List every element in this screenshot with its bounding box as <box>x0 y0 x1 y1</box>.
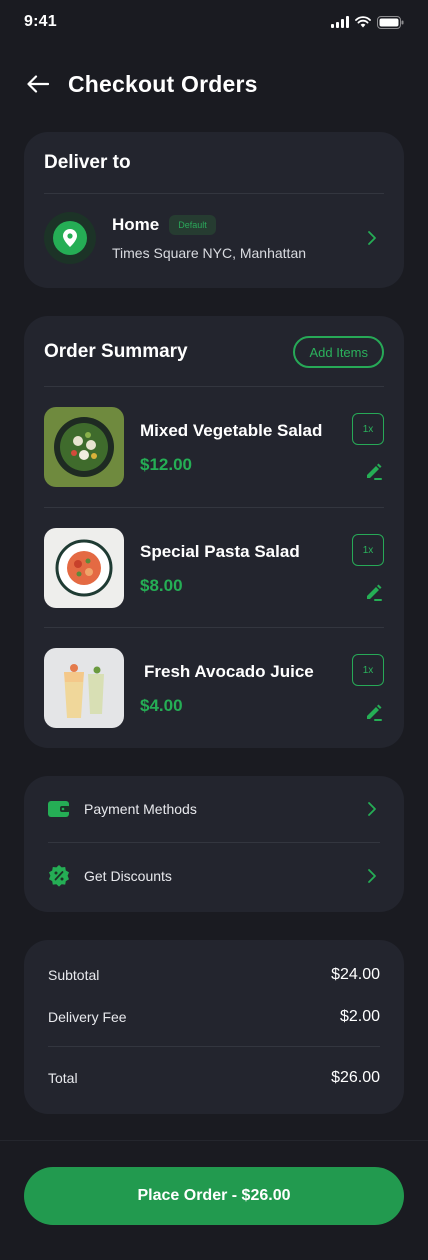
order-item[interactable]: Special Pasta Salad $8.00 1x <box>44 507 384 627</box>
page-title: Checkout Orders <box>68 70 258 97</box>
address-name: Home <box>112 215 160 234</box>
total-label: Total <box>48 1070 78 1086</box>
address-row[interactable]: Home Default Times Square NYC, Manhattan <box>44 212 384 264</box>
item-price: $12.00 <box>140 455 192 474</box>
get-discounts-row[interactable]: Get Discounts <box>48 842 380 908</box>
total-row: Total $26.00 <box>48 1047 380 1087</box>
subtotal-label: Subtotal <box>48 967 100 983</box>
avocado-juice-image <box>44 648 124 728</box>
options-card: Payment Methods Get Discounts <box>24 776 404 912</box>
item-name: Mixed Vegetable Salad <box>140 421 323 440</box>
edit-pencil-icon[interactable] <box>364 702 384 722</box>
deliver-card: Deliver to Home Default Times Square NYC… <box>24 132 404 288</box>
item-price: $8.00 <box>140 576 183 595</box>
edit-pencil-icon[interactable] <box>364 461 384 481</box>
status-time: 9:41 <box>24 13 57 30</box>
salad-bowl-image <box>44 407 124 487</box>
chevron-right-icon[interactable] <box>364 801 380 817</box>
wifi-icon <box>355 16 371 28</box>
pasta-salad-image <box>44 528 124 608</box>
order-summary-card: Order Summary Add Items Mixed Vegetable … <box>24 316 404 748</box>
delivery-fee-row: Delivery Fee $2.00 <box>48 984 380 1026</box>
payment-methods-row[interactable]: Payment Methods <box>48 776 380 842</box>
quantity-badge[interactable]: 1x <box>352 534 384 566</box>
item-price: $4.00 <box>140 696 183 715</box>
status-bar: 9:41 <box>0 0 428 44</box>
option-label: Payment Methods <box>84 801 197 817</box>
arrow-left-icon <box>27 75 49 93</box>
option-label: Get Discounts <box>84 867 172 884</box>
battery-icon <box>377 15 404 29</box>
quantity-badge[interactable]: 1x <box>352 413 384 445</box>
delivery-fee-label: Delivery Fee <box>48 1009 127 1025</box>
subtotal-row: Subtotal $24.00 <box>48 940 380 984</box>
delivery-fee-value: $2.00 <box>339 1008 380 1025</box>
order-summary-title: Order Summary <box>44 341 188 362</box>
totals-card: Subtotal $24.00 Delivery Fee $2.00 Total… <box>24 940 404 1114</box>
divider <box>44 193 384 194</box>
deliver-title: Deliver to <box>44 152 131 173</box>
place-order-button[interactable]: Place Order - $26.00 <box>24 1167 404 1225</box>
bottom-bar: Place Order - $26.00 <box>0 1140 428 1260</box>
location-pin-icon <box>44 212 96 264</box>
item-name: Special Pasta Salad <box>140 542 300 561</box>
subtotal-value: $24.00 <box>331 966 380 983</box>
address-line: Times Square NYC, Manhattan <box>112 245 307 261</box>
add-items-button[interactable]: Add Items <box>293 336 384 368</box>
chevron-right-icon[interactable] <box>364 868 380 884</box>
order-item[interactable]: Mixed Vegetable Salad $12.00 1x <box>44 387 384 507</box>
order-item[interactable]: Fresh Avocado Juice $4.00 1x <box>44 627 384 747</box>
chevron-right-icon[interactable] <box>364 230 380 246</box>
default-badge: Default <box>169 215 216 235</box>
edit-pencil-icon[interactable] <box>364 582 384 602</box>
discount-icon <box>48 864 70 887</box>
item-name: Fresh Avocado Juice <box>144 662 314 681</box>
back-button[interactable] <box>24 70 52 98</box>
signal-icon <box>331 16 349 28</box>
quantity-badge[interactable]: 1x <box>352 654 384 686</box>
status-icons <box>331 15 404 29</box>
total-value: $26.00 <box>331 1069 380 1086</box>
wallet-icon <box>48 798 70 820</box>
header: Checkout Orders <box>24 62 404 106</box>
